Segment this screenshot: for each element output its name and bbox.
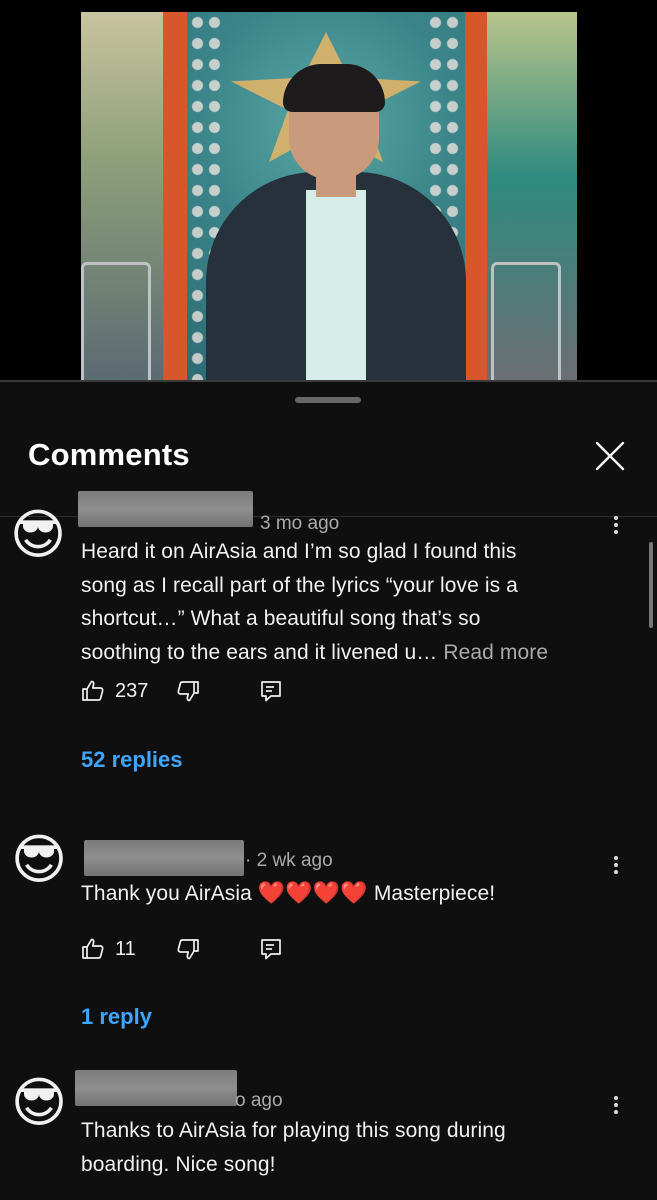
heart-emoji: ❤️: [257, 880, 286, 905]
avatar[interactable]: 😎: [5, 505, 71, 567]
thumbs-down-icon: [177, 681, 199, 702]
comment-text: Heard it on AirAsia and I’m so glad I fo…: [81, 535, 548, 669]
video-pillar-left: [163, 12, 187, 382]
thumbs-up-icon: [82, 938, 104, 959]
comment-line-text: soothing to the ears and it livened u…: [81, 640, 438, 664]
like-count: 11: [115, 937, 136, 960]
comment-line: Thanks to AirAsia for playing this song …: [81, 1119, 506, 1142]
comment-text: Thank you AirAsia ❤️❤️❤️❤️ Masterpiece!: [81, 876, 495, 911]
comment-time: 3 mo ago: [260, 513, 340, 534]
comment-text-end: Masterpiece!: [373, 882, 496, 905]
thumbs-up-icon: [82, 680, 104, 701]
replies-link[interactable]: 52 replies: [81, 747, 183, 773]
video-railing-left: [81, 262, 151, 382]
video-pillar-right: [465, 12, 487, 382]
more-button[interactable]: [606, 853, 626, 883]
replies-link[interactable]: 1 reply: [81, 1004, 152, 1030]
thumbs-down-icon: [177, 939, 199, 960]
more-vert-icon: [606, 856, 626, 874]
heart-emoji: ❤️: [285, 880, 313, 905]
reply-icon: [261, 939, 281, 960]
video-person-shirt: [306, 190, 366, 382]
more-button[interactable]: [606, 513, 626, 543]
heart-emoji: ❤️: [312, 880, 341, 905]
like-button[interactable]: 237: [81, 676, 148, 706]
reply-icon: [261, 681, 281, 702]
comment-time: · 2 wk ago: [245, 850, 333, 871]
reply-button[interactable]: [259, 934, 283, 964]
read-more-link[interactable]: Read more: [443, 641, 548, 664]
video-person-hair: [283, 64, 385, 112]
comments-sheet: Comments 😎 3 mo ago Heard it on AirAsia …: [0, 382, 657, 1200]
like-count: 237: [115, 679, 149, 702]
comment-line: Heard it on AirAsia and I’m so glad I fo…: [81, 540, 517, 563]
comment-line: boarding. Nice song!: [81, 1152, 276, 1176]
like-button[interactable]: 11: [81, 934, 136, 964]
comment-line: soothing to the ears and it livened u… R…: [81, 636, 548, 670]
drag-handle[interactable]: [295, 397, 361, 403]
avatar[interactable]: 😎: [6, 830, 72, 892]
comments-title: Comments: [28, 437, 190, 472]
dislike-button[interactable]: [176, 934, 200, 964]
video-player[interactable]: [0, 0, 657, 382]
video-railing-right: [491, 262, 561, 382]
more-button[interactable]: [606, 1093, 626, 1123]
close-button[interactable]: [590, 436, 630, 476]
video-frame[interactable]: [81, 12, 577, 382]
dislike-button[interactable]: [176, 676, 200, 706]
redacted-author-name[interactable]: [78, 491, 253, 527]
reply-button[interactable]: [259, 676, 283, 706]
comment-text-start: Thank you AirAsia: [81, 882, 252, 905]
redacted-author-name[interactable]: [75, 1070, 237, 1106]
close-icon: [595, 441, 625, 471]
avatar[interactable]: 😎: [6, 1073, 72, 1135]
comment-time: o ago: [235, 1090, 283, 1111]
comment-text: Thanks to AirAsia for playing this song …: [81, 1114, 506, 1181]
heart-emoji: ❤️: [340, 880, 368, 905]
scrollbar[interactable]: [649, 542, 653, 628]
redacted-author-name[interactable]: [84, 840, 244, 876]
comment-line: song as I recall part of the lyrics “you…: [81, 573, 518, 597]
comment-line: shortcut…” What a beautiful song that’s …: [81, 607, 481, 630]
more-vert-icon: [606, 1096, 626, 1114]
more-vert-icon: [606, 516, 626, 534]
